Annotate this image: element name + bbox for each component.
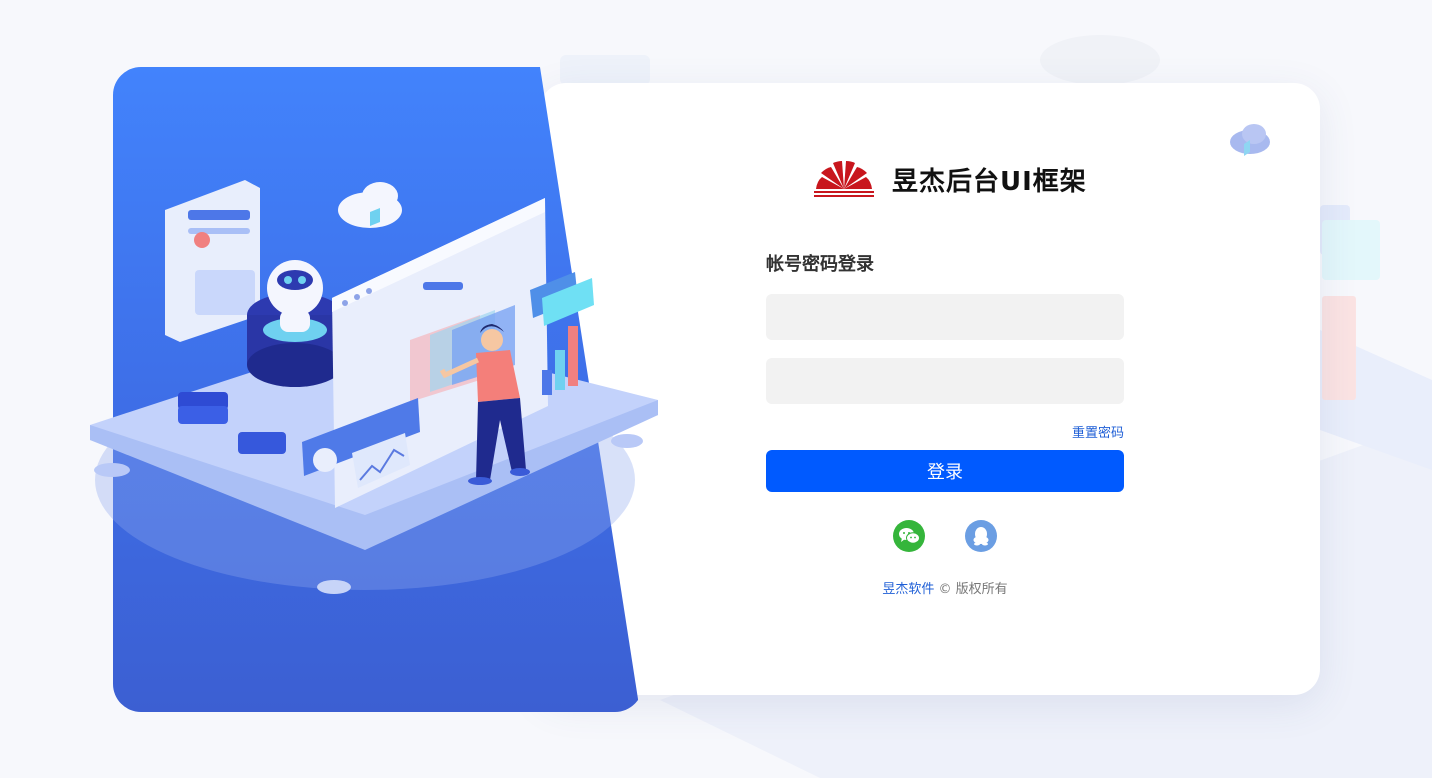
copyright: 昱杰软件 © 版权所有 [766,578,1124,597]
reset-password-link[interactable]: 重置密码 [1072,426,1124,441]
wechat-login-button[interactable] [893,520,925,552]
reset-row: 重置密码 [766,422,1124,442]
form-title: 帐号密码登录 [766,254,874,275]
company-link[interactable]: 昱杰软件 [882,582,934,597]
hero-illustration [90,180,658,594]
copyright-text: 版权所有 [955,582,1008,597]
qq-login-button[interactable] [965,520,997,552]
social-login [766,520,1124,552]
login-form: 帐号密码登录 重置密码 登录 昱杰软件 © 版权所有 [766,250,1124,597]
qq-icon [973,527,989,546]
wechat-icon [899,528,920,544]
username-input[interactable] [766,294,1124,340]
password-input[interactable] [766,358,1124,404]
brand-name: 昱杰后台UI框架 [892,166,1087,197]
copyright-symbol: © [938,582,952,597]
brand-header: 昱杰后台UI框架 [812,158,1087,200]
sun-rays-logo-icon [814,161,874,197]
cloud-icon [1230,124,1270,156]
login-button[interactable]: 登录 [766,450,1124,492]
